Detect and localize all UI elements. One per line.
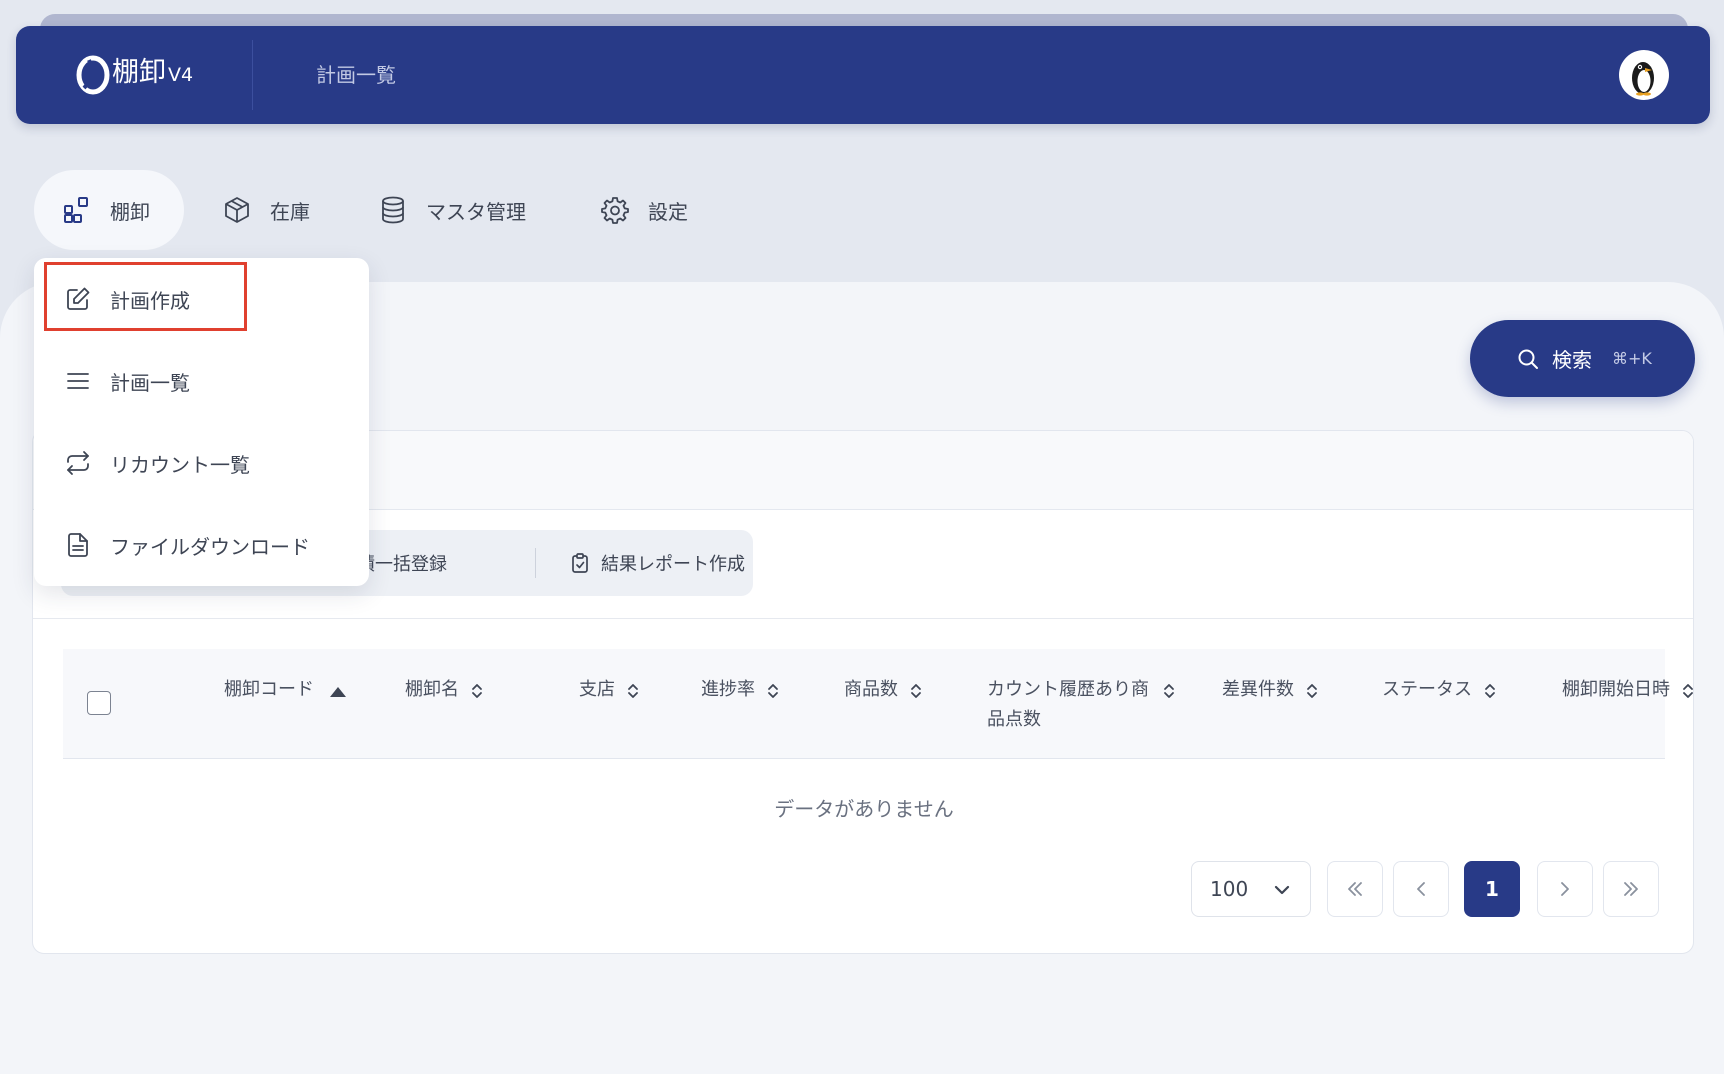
- col-branch[interactable]: 支店: [579, 675, 641, 705]
- action-divider: [535, 548, 536, 578]
- menu-item-plan-list[interactable]: 計画一覧: [34, 340, 369, 422]
- inventory-dropdown-menu: 計画作成 計画一覧 リカウント一覧 ファイルダウンロード: [34, 258, 369, 586]
- report-create-button[interactable]: 結果レポート作成: [569, 530, 745, 596]
- menu-item-label: ファイルダウンロード: [110, 534, 310, 559]
- col-label: 差異件数: [1222, 679, 1294, 700]
- edit-icon: [67, 287, 90, 310]
- avatar[interactable]: [1619, 50, 1669, 100]
- list-icon: [67, 373, 89, 389]
- menu-item-file-download[interactable]: ファイルダウンロード: [34, 504, 369, 586]
- app-header: 棚卸 V4 計画一覧: [16, 26, 1710, 124]
- tab-stock[interactable]: 在庫: [222, 170, 310, 250]
- sort-icon: [1164, 684, 1174, 698]
- menu-item-create-plan[interactable]: 計画作成: [34, 258, 369, 340]
- sort-icon: [768, 684, 778, 698]
- search-button[interactable]: 検索 ⌘+K: [1470, 320, 1695, 397]
- search-shortcut: ⌘+K: [1612, 349, 1652, 368]
- database-icon: [382, 196, 404, 224]
- tab-inventory-label: 棚卸: [110, 199, 150, 224]
- grid-icon: [64, 197, 88, 223]
- col-label: 棚卸コード: [224, 679, 314, 700]
- page-size-value: 100: [1210, 877, 1249, 901]
- tab-master[interactable]: マスタ管理: [378, 170, 526, 250]
- col-progress[interactable]: 進捗率: [701, 675, 781, 705]
- file-icon: [68, 533, 88, 557]
- tab-inventory[interactable]: 棚卸: [34, 170, 184, 250]
- sort-icon: [1307, 684, 1317, 698]
- col-inventory-code[interactable]: 棚卸コード: [224, 675, 348, 705]
- tab-stock-label: 在庫: [270, 199, 310, 224]
- page-1-button[interactable]: 1: [1464, 861, 1520, 917]
- card-divider: [33, 618, 1693, 619]
- col-start-datetime[interactable]: 棚卸開始日時: [1562, 675, 1693, 705]
- last-page-button[interactable]: [1603, 861, 1659, 917]
- sort-icon: [1485, 684, 1495, 698]
- chevron-right-icon: [1561, 882, 1569, 896]
- col-status[interactable]: ステータス: [1382, 675, 1498, 705]
- page-size-select[interactable]: 100: [1191, 861, 1311, 917]
- next-page-button[interactable]: [1537, 861, 1593, 917]
- sort-icon: [911, 684, 921, 698]
- tab-settings[interactable]: 設定: [600, 170, 688, 250]
- bulk-register-label: 積一括登録: [357, 554, 447, 575]
- chevrons-right-icon: [1624, 882, 1638, 896]
- gear-icon: [601, 197, 629, 224]
- col-label: カウント履歴あり商品点数: [987, 679, 1149, 730]
- app-root: 棚卸 V4 計画一覧 棚卸 在庫 マスタ管理 設定 検索 ⌘+K 積一括登録 結…: [0, 0, 1724, 1074]
- sort-icon: [472, 684, 482, 698]
- col-label: 棚卸名: [405, 679, 459, 700]
- menu-item-label: リカウント一覧: [110, 452, 250, 477]
- col-label: 商品数: [844, 679, 898, 700]
- sort-icon: [628, 684, 638, 698]
- col-item-count[interactable]: 商品数: [844, 675, 924, 705]
- menu-item-label: 計画一覧: [110, 370, 190, 395]
- sort-icon: [1683, 684, 1693, 698]
- table-header: 棚卸コード 棚卸名 支店 進捗率 商品数 カウント履歴あり商品点数 差異件数 ス…: [63, 649, 1693, 759]
- col-label: 進捗率: [701, 679, 755, 700]
- search-button-label: 検索: [1552, 348, 1592, 372]
- col-label: 支店: [579, 679, 615, 700]
- col-discrepancy[interactable]: 差異件数: [1222, 675, 1320, 705]
- penguin-avatar-icon: [1632, 62, 1654, 96]
- bulk-register-button[interactable]: 積一括登録: [357, 530, 447, 596]
- page-title: 計画一覧: [316, 63, 396, 87]
- col-label: 棚卸開始日時: [1562, 679, 1670, 700]
- header-divider: [252, 40, 253, 110]
- tab-master-label: マスタ管理: [426, 199, 526, 224]
- sort-asc-icon: [330, 687, 346, 697]
- clipboard-check-icon: [572, 553, 588, 573]
- box-icon: [225, 197, 249, 223]
- col-counted-items[interactable]: カウント履歴あり商品点数: [987, 675, 1177, 735]
- first-page-button[interactable]: [1327, 861, 1383, 917]
- menu-item-label: 計画作成: [110, 288, 190, 313]
- select-all-checkbox[interactable]: [87, 691, 111, 715]
- col-inventory-name[interactable]: 棚卸名: [405, 675, 485, 705]
- col-label: ステータス: [1382, 679, 1472, 700]
- search-icon: [1518, 349, 1538, 369]
- repeat-icon: [67, 451, 89, 475]
- page-number: 1: [1485, 877, 1499, 901]
- empty-message: データがありません: [774, 797, 954, 821]
- chevron-down-icon: [1274, 885, 1290, 895]
- report-create-label: 結果レポート作成: [601, 554, 745, 575]
- menu-item-recount-list[interactable]: リカウント一覧: [34, 422, 369, 504]
- prev-page-button[interactable]: [1393, 861, 1449, 917]
- app-version: V4: [168, 64, 194, 86]
- tab-settings-label: 設定: [648, 199, 688, 224]
- app-name-text: 棚卸: [112, 57, 166, 88]
- app-name[interactable]: 棚卸 V4: [112, 53, 193, 95]
- chevron-left-icon: [1417, 882, 1425, 896]
- chevrons-left-icon: [1348, 882, 1362, 896]
